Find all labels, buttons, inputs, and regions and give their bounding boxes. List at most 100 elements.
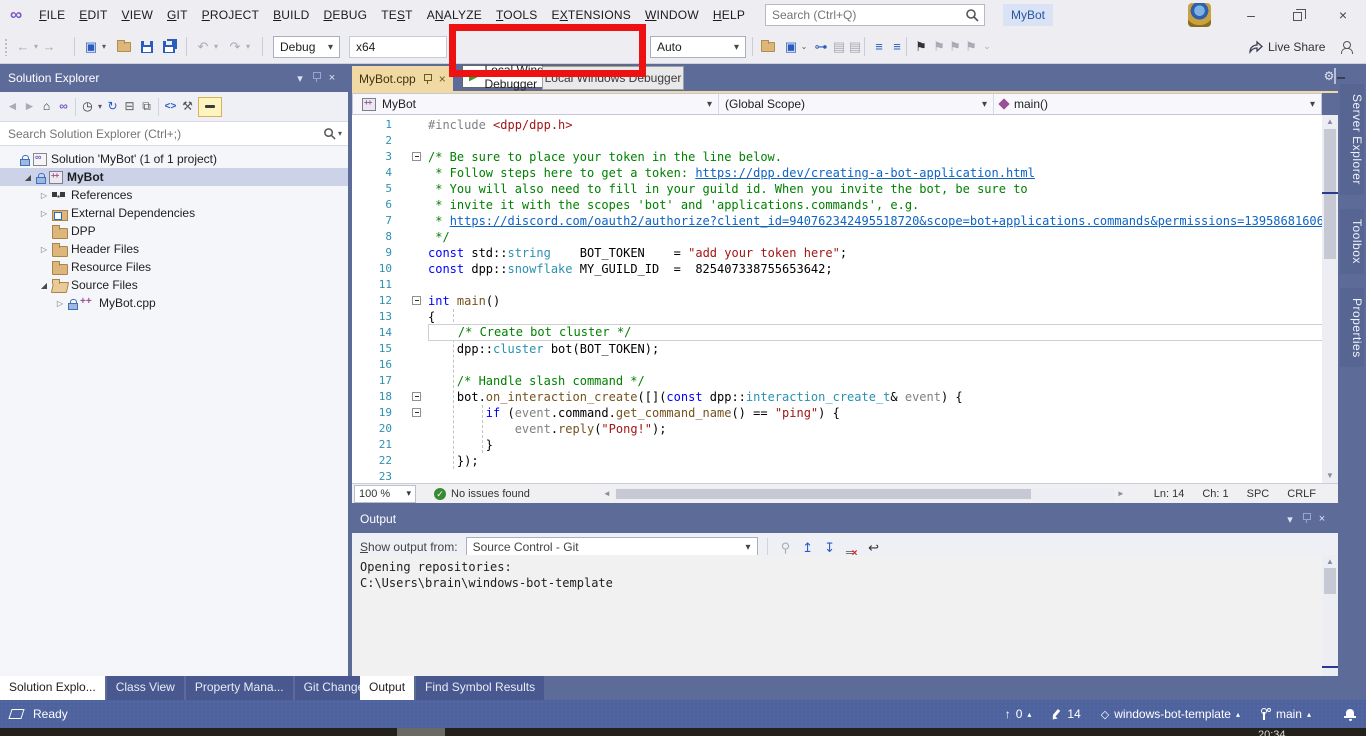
editor-vertical-scrollbar[interactable]: ▲ ▼ (1322, 115, 1338, 483)
notifications-bell-icon[interactable] (1345, 708, 1356, 720)
restore-button[interactable] (1274, 0, 1320, 30)
pending-changes-filter-button[interactable]: ◷ (79, 90, 96, 123)
code-text[interactable]: dpp::cluster bot(BOT_TOKEN); (428, 341, 1322, 357)
output-vertical-scrollbar[interactable]: ▲ (1322, 555, 1338, 676)
pin-icon[interactable] (423, 73, 432, 84)
line-number[interactable]: 5 (352, 181, 402, 197)
line-number[interactable]: 6 (352, 197, 402, 213)
search-input[interactable] (766, 8, 965, 22)
line-number[interactable]: 19 (352, 405, 402, 421)
scroll-right-icon[interactable]: ► (1114, 489, 1128, 498)
toggle-bookmark-button[interactable]: ⚑ (912, 30, 930, 63)
line-number[interactable]: 12 (352, 293, 402, 309)
fold-collapse-box[interactable] (402, 405, 428, 421)
user-avatar[interactable] (1188, 3, 1211, 27)
code-line-20[interactable]: 20 event.reply("Pong!"); (352, 421, 1322, 437)
gear-icon[interactable]: ⚙ (1324, 69, 1335, 83)
open-file-button[interactable] (114, 30, 134, 63)
code-line-17[interactable]: 17 /* Handle slash command */ (352, 373, 1322, 389)
output-log[interactable]: Opening repositories:C:\Users\brain\wind… (352, 555, 1338, 676)
line-number[interactable]: 13 (352, 309, 402, 325)
search-options-dropdown[interactable]: ▾ (338, 129, 342, 138)
quick-search[interactable] (765, 4, 985, 26)
code-line-6[interactable]: 6 * invite it with the scopes 'bot' and … (352, 197, 1322, 213)
line-number[interactable]: 8 (352, 229, 402, 245)
code-text[interactable]: event.reply("Pong!"); (428, 421, 1322, 437)
code-text[interactable]: /* Create bot cluster */ (428, 324, 1322, 341)
save-button[interactable] (138, 30, 156, 63)
fold-collapse-box[interactable] (402, 389, 428, 405)
code-text[interactable]: bot.on_interaction_create([](const dpp::… (428, 389, 1322, 405)
line-number[interactable]: 21 (352, 437, 402, 453)
forward-button[interactable]: ► (21, 90, 38, 123)
line-number[interactable]: 11 (352, 277, 402, 293)
tree-item-dpp[interactable]: DPP (0, 222, 348, 240)
collapsed-arrow-icon[interactable]: ▷ (38, 209, 50, 218)
solution-configuration-dropdown[interactable]: Debug▾ (273, 36, 340, 58)
line-number[interactable]: 7 (352, 213, 402, 229)
collapsed-arrow-icon[interactable]: ▷ (38, 245, 50, 254)
scrollbar-thumb[interactable] (1324, 568, 1336, 594)
branch-picker[interactable]: main ▴ (1250, 700, 1321, 728)
scroll-left-icon[interactable]: ◄ (600, 489, 614, 498)
home-button[interactable]: ⌂ (38, 90, 55, 123)
preview-selected-items-toggle[interactable] (198, 97, 222, 117)
back-button[interactable]: ◄ (4, 90, 21, 123)
code-line-10[interactable]: 10const dpp::snowflake MY_GUILD_ID = 825… (352, 261, 1322, 277)
auto-dropdown[interactable]: Auto▾ (650, 36, 746, 58)
split-editor-handle[interactable] (1334, 68, 1336, 84)
code-line-9[interactable]: 9const std::string BOT_TOKEN = "add your… (352, 245, 1322, 261)
save-all-button[interactable] (160, 30, 178, 63)
collapse-all-button[interactable]: ⊟ (121, 90, 138, 123)
code-line-5[interactable]: 5 * You will also need to fill in your g… (352, 181, 1322, 197)
line-number[interactable]: 23 (352, 469, 402, 483)
new-project-button[interactable]: ▣▾ (82, 30, 108, 63)
code-line-15[interactable]: 15 dpp::cluster bot(BOT_TOKEN); (352, 341, 1322, 357)
copy-button[interactable]: ▤ (846, 30, 864, 63)
refresh-button[interactable]: ↻ (104, 90, 121, 123)
panel-tab-find-symbol-results[interactable]: Find Symbol Results (416, 676, 544, 700)
menu-project[interactable]: PROJECT (195, 0, 266, 30)
find-in-files-button[interactable] (758, 30, 778, 63)
code-text[interactable]: * invite it with the scopes 'bot' and 'a… (428, 197, 1322, 213)
menu-file[interactable]: FILE (32, 0, 72, 30)
menu-help[interactable]: HELP (706, 0, 752, 30)
scrollbar-thumb[interactable] (1324, 129, 1336, 259)
scroll-up-icon[interactable]: ▲ (1322, 115, 1338, 129)
menu-git[interactable]: GIT (160, 0, 195, 30)
fold-collapse-box[interactable] (402, 149, 428, 165)
code-line-4[interactable]: 4 * Follow steps here to get a token: ht… (352, 165, 1322, 181)
solution-explorer-home-button[interactable]: ▣⌄ (782, 30, 808, 63)
code-line-1[interactable]: 1#include <dpp/dpp.h> (352, 117, 1322, 133)
panel-tab-output[interactable]: Output (360, 676, 414, 700)
live-share-button[interactable]: Live Share (1248, 30, 1325, 63)
line-number[interactable]: 17 (352, 373, 402, 389)
code-line-19[interactable]: 19 if (event.command.get_command_name() … (352, 405, 1322, 421)
line-number[interactable]: 3 (352, 149, 402, 165)
code-text[interactable] (428, 469, 1322, 483)
code-text[interactable]: * https://discord.com/oauth2/authorize?c… (428, 213, 1322, 229)
line-number[interactable]: 16 (352, 357, 402, 373)
undo-button[interactable]: ↶▾ (194, 30, 220, 63)
expanded-arrow-icon[interactable]: ◢ (38, 281, 50, 290)
document-tab-mybot-cpp[interactable]: MyBot.cpp × (352, 66, 453, 91)
line-number[interactable]: 9 (352, 245, 402, 261)
tree-item-external-dependencies[interactable]: ▷External Dependencies (0, 204, 348, 222)
navigate-backward-button[interactable]: ←▾→ (14, 30, 58, 63)
decrease-indent-button[interactable]: ≡ (870, 30, 888, 63)
code-text[interactable] (428, 357, 1322, 373)
taskbar-button[interactable] (397, 728, 445, 736)
line-number[interactable]: 4 (352, 165, 402, 181)
pin-button[interactable] (308, 71, 324, 85)
tree-item-mybot-cpp[interactable]: ▷MyBot.cpp (0, 294, 348, 312)
close-button[interactable]: × (1320, 0, 1366, 30)
code-line-23[interactable]: 23 (352, 469, 1322, 483)
line-number[interactable]: 22 (352, 453, 402, 469)
collapsed-arrow-icon[interactable]: ▷ (38, 191, 50, 200)
code-text[interactable]: /* Handle slash command */ (428, 373, 1322, 389)
background-tasks-icon[interactable] (8, 709, 24, 719)
unsaved-edits-indicator[interactable]: 14 (1041, 700, 1090, 728)
panel-tab-property-mana-[interactable]: Property Mana... (186, 676, 293, 700)
close-document-icon[interactable]: × (439, 72, 446, 86)
project-dropdown[interactable]: MyBot ▾ (353, 94, 719, 114)
